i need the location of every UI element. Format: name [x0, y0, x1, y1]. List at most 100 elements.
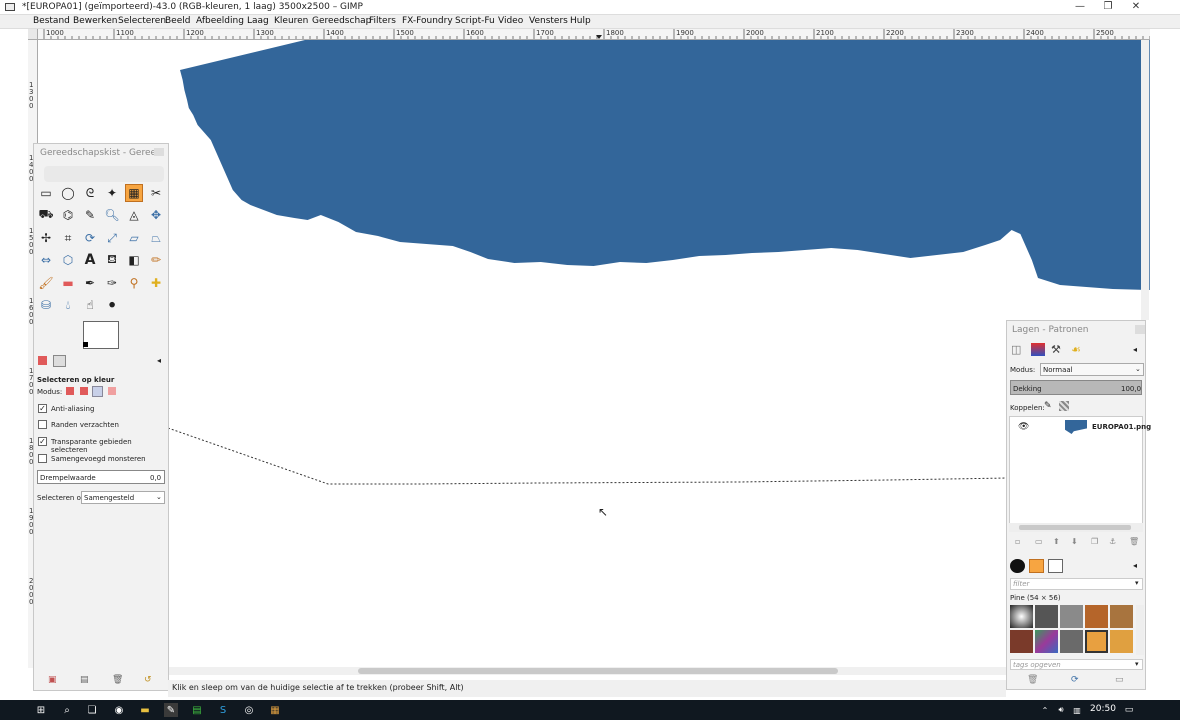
panel-close-icon[interactable] — [154, 148, 164, 156]
zoom-icon[interactable]: 🔍︎ — [103, 206, 121, 224]
foreground-select-icon[interactable]: ⛟ — [37, 206, 55, 224]
background-color-swatch[interactable] — [83, 321, 119, 349]
mode-replace-icon[interactable] — [66, 387, 74, 395]
pattern-swatch[interactable] — [1110, 605, 1133, 628]
task-view-icon[interactable]: ❏ — [85, 703, 99, 717]
clock[interactable]: 20:50 — [1090, 704, 1116, 714]
pattern-swatch[interactable] — [1035, 605, 1058, 628]
anchor-layer-icon[interactable]: ⚓ — [1109, 537, 1116, 546]
blur-icon[interactable]: 💧︎ — [59, 296, 77, 314]
lower-layer-icon[interactable]: ⬇ — [1071, 537, 1078, 546]
ruler-corner[interactable] — [28, 29, 38, 40]
pattern-swatch[interactable] — [1060, 630, 1083, 653]
mode-intersect-icon[interactable] — [108, 387, 116, 395]
menu-selecteren[interactable]: Selecteren — [118, 16, 166, 26]
perspective-icon[interactable]: ⏢ — [147, 229, 165, 247]
skype-icon[interactable]: S — [216, 703, 230, 717]
menu-afbeelding[interactable]: Afbeelding — [196, 16, 244, 26]
windows-start-icon[interactable]: ⊞ — [34, 703, 48, 717]
panel-close-icon[interactable] — [1135, 325, 1145, 334]
menu-fx-foundry[interactable]: FX-Foundry — [402, 16, 453, 26]
paths-tab-icon[interactable]: ⚒ — [1051, 343, 1061, 356]
restore-options-icon[interactable]: ▤ — [80, 675, 89, 685]
gradients-tab-icon[interactable] — [1048, 559, 1063, 573]
raise-layer-icon[interactable]: ⬆ — [1053, 537, 1060, 546]
refresh-patterns-icon[interactable]: ⟳ — [1071, 675, 1079, 685]
delete-layer-icon[interactable]: 🗑︎ — [1129, 537, 1139, 546]
tags-input[interactable]: tags opgeven ▾ — [1010, 659, 1143, 670]
blend-icon[interactable]: ◧ — [125, 251, 143, 269]
pattern-swatch[interactable] — [1010, 630, 1033, 653]
delete-pattern-icon[interactable]: 🗑︎ — [1027, 675, 1038, 685]
heal-icon[interactable]: ✚ — [147, 274, 165, 292]
new-layer-icon[interactable]: ▫ — [1015, 537, 1020, 546]
paintbrush-icon[interactable]: 🖌︎ — [37, 274, 55, 292]
channels-tab-icon[interactable] — [1031, 343, 1045, 356]
foreground-color-swatch[interactable] — [83, 342, 88, 347]
scissors-icon[interactable]: ✂ — [147, 184, 165, 202]
menu-script-fu[interactable]: Script-Fu — [455, 16, 495, 26]
device-status-tab-icon[interactable] — [53, 355, 66, 367]
app-icon[interactable]: ▦ — [268, 703, 282, 717]
duplicate-layer-icon[interactable]: ❐ — [1091, 537, 1098, 546]
ink-icon[interactable]: ✑ — [103, 274, 121, 292]
measure-icon[interactable]: ◬ — [125, 206, 143, 224]
fuzzy-select-icon[interactable]: ✦ — [103, 184, 121, 202]
cage-transform-icon[interactable]: ⬡ — [59, 251, 77, 269]
layer-row[interactable]: 👁︎ EUROPA01.png — [1010, 417, 1151, 437]
chrome-icon[interactable]: ◉ — [112, 703, 126, 717]
panel-menu-icon[interactable]: ◂ — [157, 356, 161, 365]
pattern-swatch[interactable] — [1035, 630, 1058, 653]
layer-list-scrollbar[interactable] — [1009, 523, 1143, 532]
pencil-icon[interactable]: ✏ — [147, 251, 165, 269]
menu-bestand[interactable]: Bestand — [33, 16, 70, 26]
antialias-checkbox[interactable]: ✓ — [38, 404, 47, 413]
menu-bewerken[interactable]: Bewerken — [73, 16, 117, 26]
close-button[interactable]: ✕ — [1122, 0, 1150, 15]
dodge-burn-icon[interactable]: ⚫ — [103, 296, 121, 314]
select-by-dropdown[interactable]: Samengesteld ⌄ — [81, 491, 165, 504]
flip-icon[interactable]: ⇔ — [37, 251, 55, 269]
smudge-icon[interactable]: ☝ — [81, 296, 99, 314]
layers-tab-icon[interactable]: ◫ — [1011, 343, 1021, 356]
color-select-icon[interactable]: ▦ — [125, 184, 143, 202]
perspective-clone-icon[interactable]: ⛁ — [37, 296, 55, 314]
volume-icon[interactable]: 🔊︎ — [1054, 703, 1068, 717]
delete-options-icon[interactable]: 🗑︎ — [112, 675, 123, 685]
menu-filters[interactable]: Filters — [369, 16, 396, 26]
threshold-field[interactable]: Drempelwaarde 0,0 — [37, 470, 165, 484]
notepad-icon[interactable]: ▤ — [190, 703, 204, 717]
pattern-swatch[interactable] — [1010, 605, 1033, 628]
merged-checkbox[interactable] — [38, 454, 47, 463]
horizontal-ruler[interactable]: 1000 1100 1200 1300 1400 1500 1600 1700 … — [38, 29, 1150, 40]
align-icon[interactable]: ✢ — [37, 229, 55, 247]
menu-beeld[interactable]: Beeld — [165, 16, 190, 26]
open-pattern-icon[interactable]: ▭ — [1115, 675, 1124, 685]
pattern-swatch[interactable] — [1060, 605, 1083, 628]
pattern-swatch[interactable] — [1110, 630, 1133, 653]
scrollbar-thumb[interactable] — [358, 668, 838, 674]
crop-icon[interactable]: ⌗ — [59, 229, 77, 247]
tray-chevron-icon[interactable]: ⌃ — [1038, 703, 1052, 717]
menu-gereedschap[interactable]: Gereedschap — [312, 16, 371, 26]
menu-vensters[interactable]: Vensters — [529, 16, 568, 26]
feather-checkbox[interactable] — [38, 420, 47, 429]
save-options-icon[interactable]: ▣ — [48, 675, 57, 685]
paths-icon[interactable]: ⌬ — [59, 206, 77, 224]
lock-pixels-icon[interactable]: ✎ — [1044, 401, 1052, 411]
scrollbar-thumb[interactable] — [1019, 525, 1131, 530]
layer-name[interactable]: EUROPA01.png — [1092, 423, 1151, 431]
menu-kleuren[interactable]: Kleuren — [274, 16, 308, 26]
brushes-tab-icon[interactable] — [1010, 559, 1025, 573]
pattern-swatch[interactable] — [1085, 605, 1108, 628]
pattern-scrollbar[interactable] — [1136, 605, 1144, 655]
horizontal-scrollbar[interactable] — [168, 667, 1006, 675]
menu-laag[interactable]: Laag — [247, 16, 269, 26]
free-select-icon[interactable]: ᘓ — [81, 184, 99, 202]
menu-hulp[interactable]: Hulp — [570, 16, 591, 26]
rect-select-icon[interactable]: ▭ — [37, 184, 55, 202]
tool-options-tab-icon[interactable] — [38, 356, 47, 365]
menu-video[interactable]: Video — [498, 16, 523, 26]
new-group-icon[interactable]: ▭ — [1035, 537, 1043, 546]
gimp-taskbar-icon[interactable]: ✎ — [164, 703, 178, 717]
